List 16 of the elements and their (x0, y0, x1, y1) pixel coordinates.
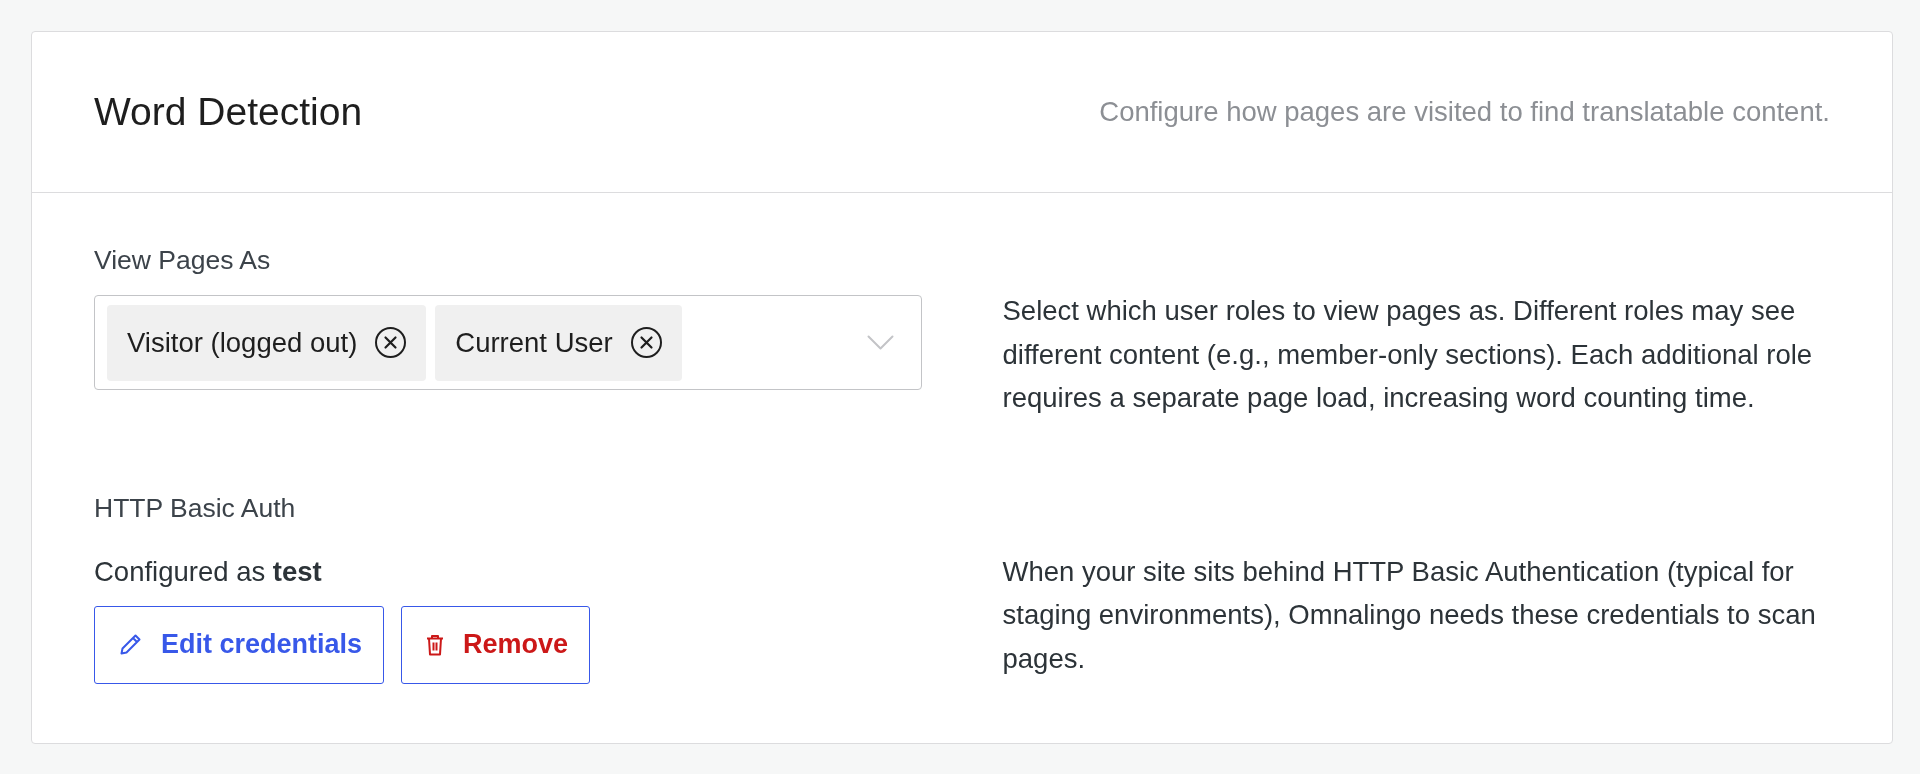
trash-icon (426, 633, 445, 656)
close-icon[interactable] (630, 327, 662, 358)
role-name: Visitor (logged out) (127, 326, 358, 359)
field-label: HTTP Basic Auth (94, 491, 296, 524)
help-text: When your site sits behind HTTP Basic Authentication (typical for staging environments), Omnalingo needs these credentials to scan pages. (1002, 554, 1817, 676)
edit-button[interactable]: Edit credentials (94, 605, 385, 684)
card-title: Word Detection (94, 89, 363, 135)
role-select[interactable]: Visitor (logged out) Current User (94, 295, 922, 390)
close-icon[interactable] (375, 327, 407, 358)
card-subtitle: Configure how pages are visited to find translatable content. (1099, 94, 1830, 129)
field-label: View Pages As (94, 244, 271, 276)
remove-button[interactable]: Remove (401, 605, 591, 684)
auth-status: Configured as test (94, 554, 322, 589)
help-text: Select which user roles to view pages as. Different roles may see different content (e.g., member-only sections). Each additional role requires a separate page load, increasing word counting time. (1002, 294, 1814, 415)
role-name: Current User (455, 326, 613, 359)
pencil-icon (119, 633, 142, 656)
